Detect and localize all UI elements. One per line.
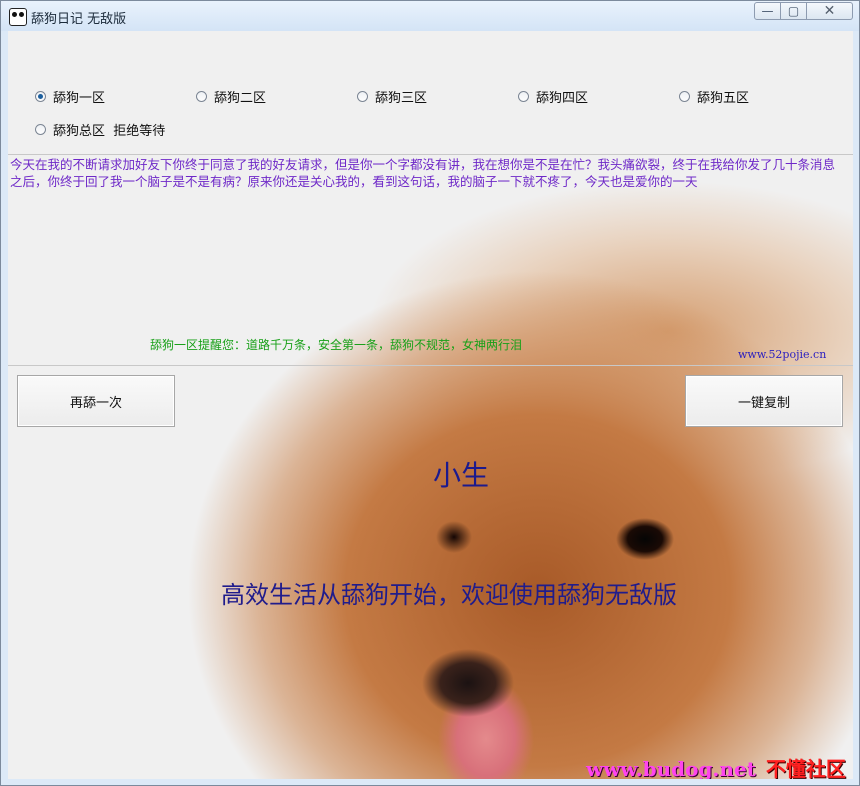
watermark-url: www.budog.net (586, 757, 756, 779)
window-title: 舔狗日记 无敌版 (31, 12, 127, 27)
author-label: 小生 (433, 459, 490, 492)
radio-label: 舔狗一区 (53, 91, 106, 106)
radio-zone-4[interactable]: 舔狗四区 (518, 87, 588, 106)
window-controls: — ▢ ✕ (754, 2, 853, 22)
watermark-text: 不懂社区 (765, 757, 846, 779)
tagline: 高效生活从舔狗开始，欢迎使用舔狗无敌版 (221, 581, 677, 609)
minimize-button[interactable]: — (754, 2, 781, 20)
radio-zone-1[interactable]: 舔狗一区 (35, 87, 105, 106)
radio-label: 舔狗五区 (697, 91, 750, 106)
app-panda-icon (9, 8, 27, 26)
radio-dot[interactable] (35, 91, 46, 102)
maximize-button[interactable]: ▢ (781, 2, 807, 20)
radio-zone-2[interactable]: 舔狗二区 (196, 87, 266, 106)
diary-text: 今天在我的不断请求加好友下你终于同意了我的好友请求，但是你一个字都没有讲，我在想… (10, 157, 836, 189)
close-button[interactable]: ✕ (807, 2, 853, 20)
reminder-text: 舔狗一区提醒您：道路千万条，安全第一条，舔狗不规范，女神两行泪 (150, 338, 523, 352)
title-bar[interactable]: 舔狗日记 无敌版 — ▢ ✕ (1, 1, 859, 31)
radio-dot[interactable] (679, 91, 690, 102)
radio-zone-5[interactable]: 舔狗五区 (679, 87, 749, 106)
divider (8, 154, 853, 155)
lick-again-button[interactable]: 再舔一次 (17, 375, 175, 427)
radio-dot[interactable] (357, 91, 368, 102)
radio-dot[interactable] (518, 91, 529, 102)
app-window: 舔狗日记 无敌版 — ▢ ✕ 舔狗一区 舔狗二区 舔狗三区 舔狗四区 舔狗五区 (0, 0, 860, 786)
radio-zone-all[interactable]: 舔狗总区 拒绝等待 (35, 120, 165, 139)
site-link[interactable]: www.52pojie.cn (738, 348, 826, 361)
radio-label: 舔狗三区 (375, 91, 428, 106)
radio-label: 舔狗二区 (214, 91, 267, 106)
client-area: 舔狗一区 舔狗二区 舔狗三区 舔狗四区 舔狗五区 舔狗总区 拒绝等待 今天在我的… (8, 31, 853, 779)
radio-label: 舔狗总区 拒绝等待 (53, 124, 166, 139)
copy-button[interactable]: 一键复制 (685, 375, 843, 427)
divider (8, 365, 853, 366)
radio-dot[interactable] (196, 91, 207, 102)
radio-label: 舔狗四区 (536, 91, 589, 106)
radio-dot[interactable] (35, 124, 46, 135)
radio-zone-3[interactable]: 舔狗三区 (357, 87, 427, 106)
site-watermark: www.budog.net 不懂社区 (586, 753, 846, 779)
